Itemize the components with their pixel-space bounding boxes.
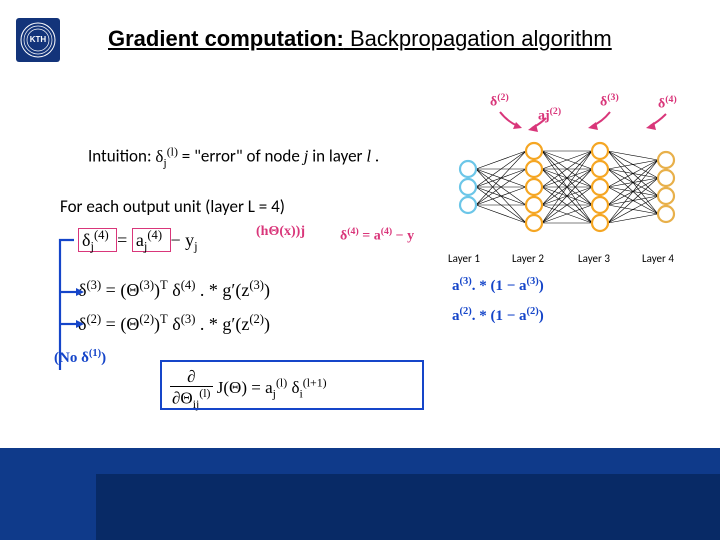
foreach-line: For each output unit (layer L = 4) <box>60 196 285 217</box>
slide: KTH Gradient computation: Backpropagatio… <box>0 0 720 540</box>
kth-logo: KTH <box>16 18 60 62</box>
layer4-label: Layer 4 <box>642 252 674 265</box>
intuition-post2: in layer <box>312 146 366 167</box>
annot-gprime3: a(3). * (1 − a(3)) <box>452 276 544 295</box>
delta-symbol: δj(l) <box>155 147 178 166</box>
layer2-label: Layer 2 <box>512 252 544 265</box>
partial-box <box>160 360 424 410</box>
title-rest: Backpropagation algorithm <box>344 26 612 51</box>
title-bold: Gradient computation: <box>108 26 344 51</box>
intuition-line: Intuition: δj(l) = "error" of node j in … <box>88 144 379 170</box>
svg-text:KTH: KTH <box>30 35 47 44</box>
layer1-label: Layer 1 <box>448 252 480 265</box>
nn-diagram <box>440 112 710 262</box>
content-area: Intuition: δj(l) = "error" of node j in … <box>60 100 700 420</box>
annot-htheta: (hΘ(x))j <box>256 224 305 240</box>
intuition-post: = "error" of node <box>182 146 304 167</box>
footer <box>0 448 720 540</box>
annot-d4eq: δ(4) = a(4) − y <box>340 226 414 245</box>
layer-l: l <box>366 147 371 166</box>
intuition-post3: . <box>375 146 379 167</box>
a4-box: aj(4) <box>132 228 171 252</box>
layer3-label: Layer 3 <box>578 252 610 265</box>
annot-gprime2: a(2). * (1 − a(2)) <box>452 306 544 325</box>
page-title: Gradient computation: Backpropagation al… <box>108 26 612 52</box>
pink-arrows <box>480 104 690 134</box>
annot-no-d1: (No δ(1)) <box>54 348 106 367</box>
intuition-pre: Intuition: <box>88 146 155 167</box>
node-j: j <box>304 147 309 166</box>
footer-dark <box>96 474 720 540</box>
